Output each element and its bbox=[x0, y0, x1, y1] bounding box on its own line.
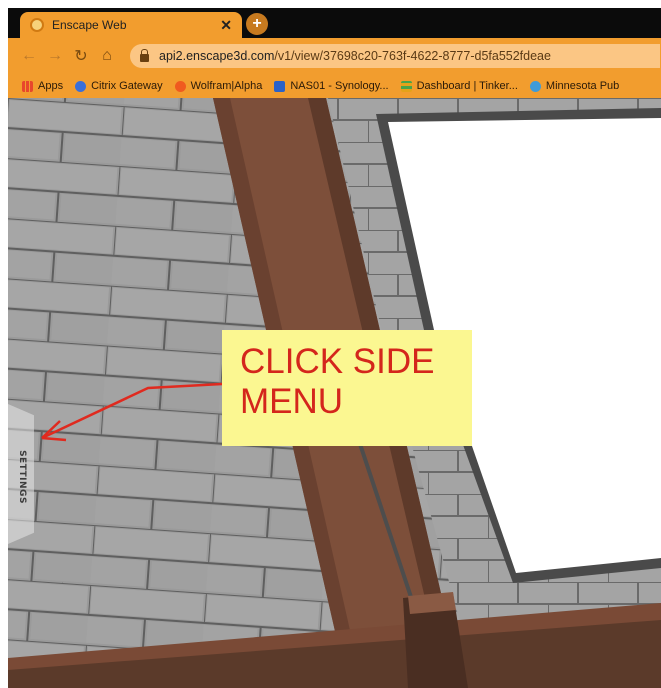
callout-line-1: CLICK SIDE bbox=[240, 342, 435, 381]
address-bar[interactable]: api2.enscape3d.com /v1/view/37698c20-763… bbox=[130, 44, 660, 68]
apps-grid-icon bbox=[22, 80, 33, 92]
bookmark-dashboard-tinker[interactable]: Dashboard | Tinker... bbox=[400, 80, 518, 92]
url-host: api2.enscape3d.com bbox=[159, 49, 275, 63]
bookmark-label: Citrix Gateway bbox=[91, 80, 163, 92]
bookmark-label: Dashboard | Tinker... bbox=[416, 80, 518, 92]
bookmark-label: Minnesota Pub bbox=[545, 80, 620, 92]
bookmark-minnesota-pub[interactable]: Minnesota Pub bbox=[529, 80, 620, 92]
minnesota-icon bbox=[529, 80, 541, 92]
close-icon[interactable]: ✕ bbox=[220, 17, 232, 34]
bookmark-wolfram-alpha[interactable]: Wolfram|Alpha bbox=[174, 80, 263, 92]
synology-icon bbox=[274, 80, 286, 92]
bookmark-label: Apps bbox=[38, 80, 64, 92]
settings-label-text: SETTINGS bbox=[17, 450, 27, 504]
bookmark-nas01-synology[interactable]: NAS01 - Synology... bbox=[274, 80, 389, 92]
url-path: /v1/view/37698c20-763f-4622-8777-d5fa552… bbox=[274, 49, 551, 63]
reload-icon[interactable]: ↻ bbox=[68, 46, 94, 66]
bookmark-label: NAS01 - Synology... bbox=[290, 80, 389, 92]
bookmarks-bar: Apps Citrix Gateway Wolfram|Alpha NAS01 … bbox=[8, 74, 661, 98]
arrow-left-icon[interactable]: ← bbox=[16, 47, 42, 65]
bookmark-apps[interactable]: Apps bbox=[22, 80, 63, 92]
browser-tab-strip: Enscape Web ✕ + bbox=[8, 8, 661, 38]
settings-side-menu-label[interactable]: SETTINGS bbox=[9, 450, 35, 504]
home-icon[interactable]: ⌂ bbox=[94, 47, 120, 65]
browser-toolbar: ← → ↻ ⌂ api2.enscape3d.com /v1/view/3769… bbox=[8, 38, 661, 74]
bookmark-citrix-gateway[interactable]: Citrix Gateway bbox=[75, 80, 163, 92]
enscape-favicon-icon bbox=[30, 18, 44, 32]
bookmark-label: Wolfram|Alpha bbox=[190, 80, 263, 92]
instruction-callout: CLICK SIDE MENU bbox=[222, 330, 472, 446]
tinkercad-icon bbox=[400, 80, 412, 92]
wolfram-icon bbox=[174, 80, 186, 92]
arrow-right-icon[interactable]: → bbox=[42, 47, 68, 65]
callout-line-2: MENU bbox=[240, 382, 344, 421]
browser-tab-enscape-web[interactable]: Enscape Web ✕ bbox=[20, 12, 242, 38]
lock-icon bbox=[140, 49, 149, 62]
plus-icon[interactable]: + bbox=[246, 13, 268, 35]
citrix-icon bbox=[75, 80, 87, 92]
tab-title: Enscape Web bbox=[52, 18, 127, 32]
